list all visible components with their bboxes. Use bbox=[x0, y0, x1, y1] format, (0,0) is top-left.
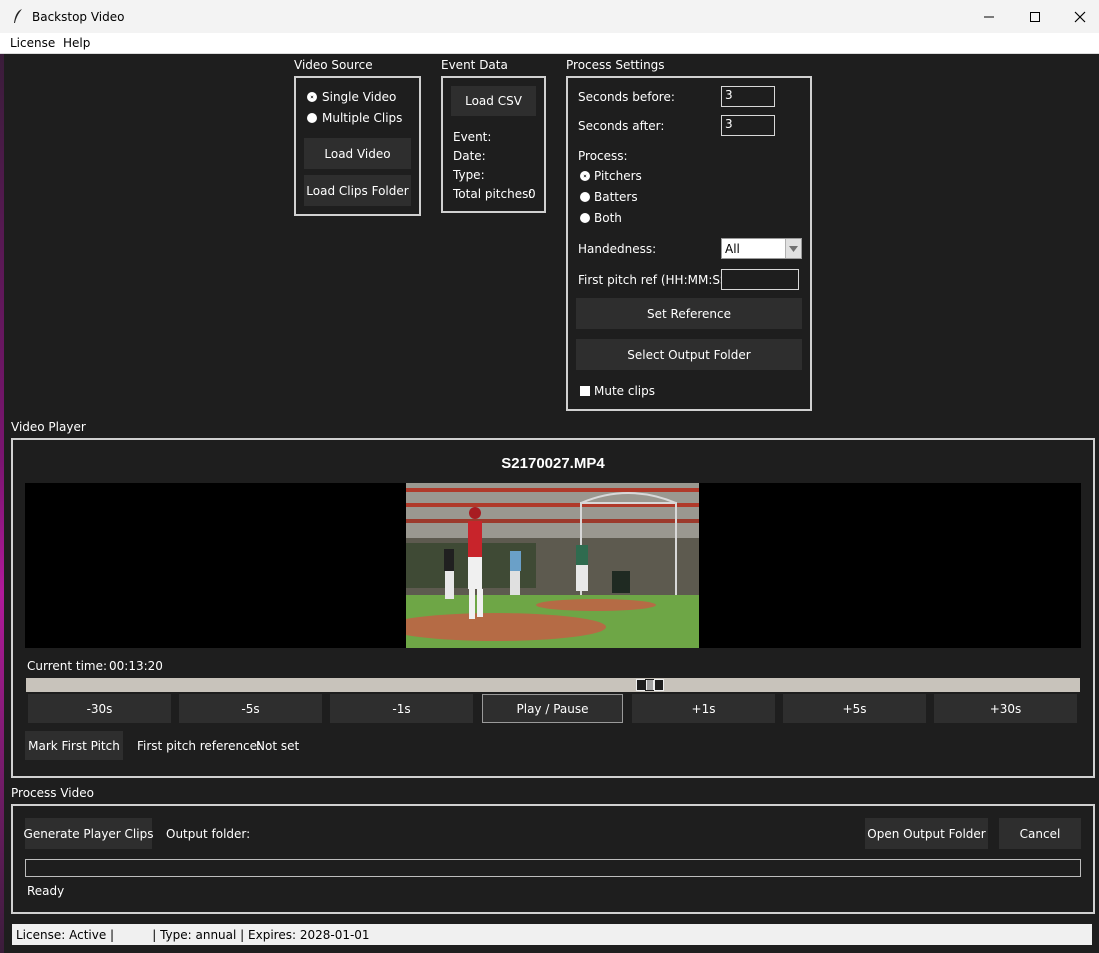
total-pitches-label: Total pitches: bbox=[453, 187, 533, 201]
first-pitch-reference-value: Not set bbox=[256, 739, 300, 753]
process-settings-title: Process Settings bbox=[566, 58, 665, 72]
load-csv-button[interactable]: Load CSV bbox=[451, 86, 536, 116]
process-label: Process: bbox=[578, 149, 628, 163]
maximize-button[interactable] bbox=[1012, 0, 1058, 33]
window-title: Backstop Video bbox=[32, 10, 125, 24]
single-video-label: Single Video bbox=[322, 90, 397, 104]
close-icon bbox=[1074, 11, 1086, 22]
title-bar: Backstop Video bbox=[0, 0, 1099, 33]
radio-multiple-clips[interactable] bbox=[307, 113, 317, 123]
status-text: Ready bbox=[27, 884, 65, 898]
seek-slider[interactable] bbox=[26, 678, 1080, 692]
minimize-button[interactable] bbox=[966, 0, 1012, 33]
seek-forward-30-button[interactable]: +30s bbox=[934, 694, 1077, 723]
slider-handle-icon bbox=[636, 679, 665, 691]
close-button[interactable] bbox=[1057, 0, 1099, 33]
menu-help[interactable]: Help bbox=[63, 36, 90, 50]
batters-label: Batters bbox=[594, 190, 638, 204]
handedness-label: Handedness: bbox=[578, 242, 657, 256]
first-pitch-ref-label: First pitch ref (HH:MM:SS): bbox=[578, 273, 737, 287]
play-pause-button[interactable]: Play / Pause bbox=[482, 694, 623, 723]
radio-both[interactable] bbox=[580, 213, 590, 223]
video-player-title: Video Player bbox=[11, 420, 86, 434]
multiple-clips-label: Multiple Clips bbox=[322, 111, 403, 125]
radio-single-video[interactable] bbox=[307, 92, 317, 102]
pitchers-label: Pitchers bbox=[594, 169, 642, 183]
chevron-down-icon bbox=[789, 245, 798, 252]
set-reference-button[interactable]: Set Reference bbox=[576, 298, 802, 329]
minimize-icon bbox=[984, 16, 994, 17]
video-source-title: Video Source bbox=[294, 58, 373, 72]
date-label: Date: bbox=[453, 149, 486, 163]
mute-clips-checkbox[interactable] bbox=[580, 386, 590, 396]
video-filename: S2170027.MP4 bbox=[501, 455, 605, 472]
current-time-label: Current time: bbox=[27, 659, 108, 673]
mark-first-pitch-button[interactable]: Mark First Pitch bbox=[25, 731, 123, 760]
load-video-button[interactable]: Load Video bbox=[304, 138, 411, 169]
seek-forward-5-button[interactable]: +5s bbox=[783, 694, 926, 723]
handedness-select[interactable]: All bbox=[721, 238, 802, 259]
seconds-before-label: Seconds before: bbox=[578, 90, 675, 104]
seek-back-30-button[interactable]: -30s bbox=[28, 694, 171, 723]
generate-player-clips-button[interactable]: Generate Player Clips bbox=[24, 818, 153, 849]
menu-bar: License Help bbox=[0, 33, 1099, 54]
menu-license[interactable]: License bbox=[10, 36, 55, 50]
dropdown-arrow[interactable] bbox=[785, 239, 801, 258]
first-pitch-ref-input[interactable] bbox=[721, 269, 799, 290]
seek-handle[interactable] bbox=[636, 679, 665, 691]
background-strip bbox=[0, 54, 4, 953]
type-label: Type: bbox=[453, 168, 485, 182]
mute-clips-label: Mute clips bbox=[594, 384, 655, 398]
seek-back-5-button[interactable]: -5s bbox=[179, 694, 322, 723]
event-data-title: Event Data bbox=[441, 58, 508, 72]
process-video-title: Process Video bbox=[11, 786, 94, 800]
seek-forward-1-button[interactable]: +1s bbox=[632, 694, 775, 723]
seek-back-1-button[interactable]: -1s bbox=[330, 694, 473, 723]
current-time-value: 00:13:20 bbox=[109, 659, 163, 673]
total-pitches-value: 0 bbox=[528, 187, 536, 201]
progress-bar bbox=[25, 859, 1081, 877]
both-label: Both bbox=[594, 211, 622, 225]
output-folder-label: Output folder: bbox=[166, 827, 251, 841]
license-status-bar: License: Active | | Type: annual | Expir… bbox=[12, 924, 1092, 945]
seconds-after-input[interactable]: 3 bbox=[721, 115, 775, 136]
event-label: Event: bbox=[453, 130, 492, 144]
open-output-folder-button[interactable]: Open Output Folder bbox=[865, 818, 988, 849]
feather-icon bbox=[14, 9, 22, 23]
seconds-before-input[interactable]: 3 bbox=[721, 86, 775, 107]
cancel-button[interactable]: Cancel bbox=[999, 818, 1081, 849]
select-output-folder-button[interactable]: Select Output Folder bbox=[576, 339, 802, 370]
handedness-value: All bbox=[725, 242, 740, 256]
radio-batters[interactable] bbox=[580, 192, 590, 202]
seconds-after-label: Seconds after: bbox=[578, 119, 665, 133]
video-frame-image bbox=[406, 483, 699, 648]
load-clips-folder-button[interactable]: Load Clips Folder bbox=[304, 175, 411, 206]
radio-pitchers[interactable] bbox=[580, 171, 590, 181]
first-pitch-reference-label: First pitch reference: bbox=[137, 739, 262, 753]
maximize-icon bbox=[1030, 11, 1040, 22]
license-status-text: License: Active | | Type: annual | Expir… bbox=[16, 928, 370, 942]
